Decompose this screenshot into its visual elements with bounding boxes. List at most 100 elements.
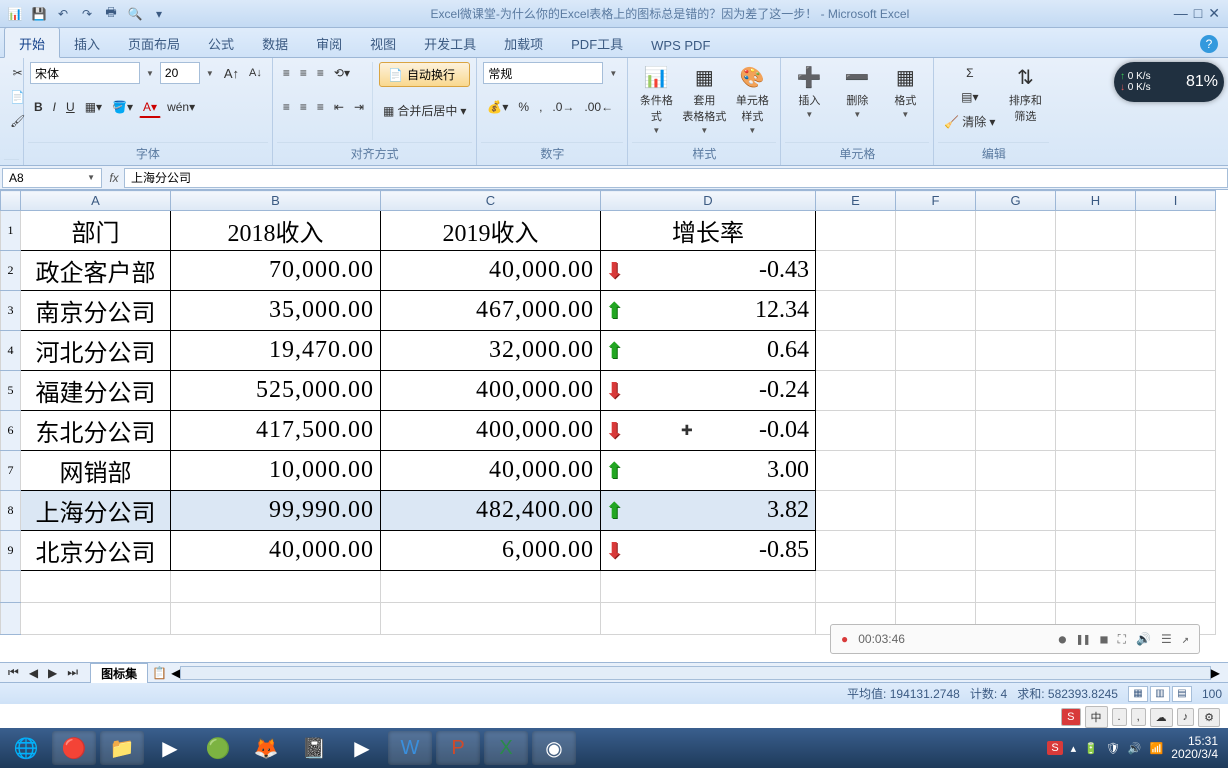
format-cells-button[interactable]: ▦格式▼	[883, 62, 927, 120]
col-header[interactable]: B	[171, 191, 381, 211]
formula-input[interactable]: 上海分公司	[124, 168, 1228, 188]
list-icon[interactable]: ☰	[1161, 632, 1172, 646]
tab-review[interactable]: 审阅	[302, 28, 356, 57]
border-icon[interactable]: ▦▾	[81, 96, 106, 118]
cell-2018[interactable]: 40,000.00	[171, 531, 381, 571]
align-right-icon[interactable]: ≡	[313, 96, 328, 118]
col-header[interactable]: D	[601, 191, 816, 211]
tab-view[interactable]: 视图	[356, 28, 410, 57]
phonetic-icon[interactable]: wén▾	[163, 96, 199, 118]
fill-icon[interactable]: ▤▾	[940, 86, 999, 108]
sheet-options-icon[interactable]: 📋	[148, 662, 171, 684]
minimize-button[interactable]: —	[1174, 5, 1188, 22]
qat-more-icon[interactable]: ▾	[148, 3, 170, 25]
view-pagebreak-icon[interactable]: ▤	[1172, 686, 1192, 702]
font-size-input[interactable]	[160, 62, 200, 84]
view-normal-icon[interactable]: ▦	[1128, 686, 1148, 702]
col-header[interactable]: A	[21, 191, 171, 211]
merge-button[interactable]: ▦合并后居中 ▾	[379, 99, 470, 122]
indent-increase-icon[interactable]: ⇥	[350, 96, 368, 118]
cell-2018[interactable]: 35,000.00	[171, 291, 381, 331]
cell-2019[interactable]: 40,000.00	[381, 451, 601, 491]
currency-icon[interactable]: 💰▾	[483, 96, 512, 118]
tab-data[interactable]: 数据	[248, 28, 302, 57]
cell-growth[interactable]: ⬆3.82	[601, 491, 816, 531]
taskbar-tencent-icon[interactable]: ▶	[340, 731, 384, 765]
scroll-right-icon[interactable]: ▶	[1211, 666, 1220, 680]
exit-icon[interactable]: ↗	[1182, 632, 1189, 646]
align-left-icon[interactable]: ≡	[279, 96, 294, 118]
tab-addins[interactable]: 加载项	[490, 28, 557, 57]
cell-2018[interactable]: 525,000.00	[171, 371, 381, 411]
horizontal-scrollbar[interactable]: ◀▶	[171, 665, 1220, 681]
indent-decrease-icon[interactable]: ⇤	[330, 96, 348, 118]
sheet-tab-active[interactable]: 图标集	[90, 663, 148, 683]
comma-icon[interactable]: ,	[535, 96, 546, 118]
cell-dept[interactable]: 政企客户部	[21, 251, 171, 291]
font-color-icon[interactable]: A▾	[139, 96, 161, 118]
stop-button[interactable]: ■	[1100, 632, 1107, 646]
number-format-input[interactable]	[483, 62, 603, 84]
align-center-icon[interactable]: ≡	[296, 96, 311, 118]
fullscreen-button[interactable]: ⛶	[1118, 632, 1126, 647]
taskbar-edge-icon[interactable]: 🟢	[196, 731, 240, 765]
cell-dept[interactable]: 福建分公司	[21, 371, 171, 411]
ime-comma[interactable]: ,	[1131, 708, 1146, 726]
align-middle-icon[interactable]: ≡	[296, 62, 311, 84]
taskbar-explorer-icon[interactable]: 📁	[100, 731, 144, 765]
taskbar-vm-icon[interactable]: ◉	[532, 731, 576, 765]
sheet-nav-prev-icon[interactable]: ◀	[25, 662, 42, 684]
taskbar-media-icon[interactable]: ▶	[148, 731, 192, 765]
taskbar-ie-icon[interactable]: 🌐	[4, 731, 48, 765]
save-icon[interactable]: 💾	[28, 3, 50, 25]
cell-growth[interactable]: ⬇-0.43	[601, 251, 816, 291]
fill-color-icon[interactable]: 🪣▾	[108, 96, 137, 118]
clear-button[interactable]: 🧹清除▾	[940, 110, 999, 133]
maximize-button[interactable]: □	[1194, 5, 1202, 22]
cell-growth[interactable]: ⬇-0.04	[601, 411, 816, 451]
cell-dept[interactable]: 上海分公司	[21, 491, 171, 531]
taskbar-onenote-icon[interactable]: 📓	[292, 731, 336, 765]
bold-button[interactable]: B	[30, 96, 47, 118]
tab-wpspdf[interactable]: WPS PDF	[637, 32, 724, 57]
col-header[interactable]: E	[816, 191, 896, 211]
name-box[interactable]: A8 ▼	[2, 168, 102, 188]
system-tray[interactable]: S ▴ 🔋 🛡 🔊 📶 15:31 2020/3/4	[1047, 735, 1224, 761]
cell-dept[interactable]: 东北分公司	[21, 411, 171, 451]
col-header[interactable]: I	[1136, 191, 1216, 211]
cell-2019[interactable]: 32,000.00	[381, 331, 601, 371]
col-header[interactable]: F	[896, 191, 976, 211]
cell-2018[interactable]: 417,500.00	[171, 411, 381, 451]
increase-decimal-icon[interactable]: .0→	[548, 96, 578, 118]
table-format-button[interactable]: ▦套用 表格格式▼	[682, 62, 726, 120]
taskbar-firefox-icon[interactable]: 🦊	[244, 731, 288, 765]
ime-lang[interactable]: 中	[1085, 706, 1108, 728]
ime-bar[interactable]: S 中 . , ☁ ♪ ⚙	[1061, 706, 1220, 728]
ime-sogou-icon[interactable]: S	[1061, 708, 1080, 726]
delete-cells-button[interactable]: ➖删除▼	[835, 62, 879, 120]
conditional-format-button[interactable]: 📊条件格式▼	[634, 62, 678, 120]
tab-layout[interactable]: 页面布局	[114, 28, 194, 57]
taskbar-powerpoint-icon[interactable]: P	[436, 731, 480, 765]
ime-cloud-icon[interactable]: ☁	[1150, 708, 1173, 727]
cell-growth[interactable]: ⬇-0.85	[601, 531, 816, 571]
tray-network-icon[interactable]: 📶	[1150, 742, 1164, 755]
tray-sogou-icon[interactable]: S	[1047, 741, 1062, 755]
cell-2018[interactable]: 10,000.00	[171, 451, 381, 491]
sort-filter-button[interactable]: ⇅排序和 筛选	[1003, 62, 1047, 120]
tray-clock[interactable]: 15:31 2020/3/4	[1171, 735, 1218, 761]
help-icon[interactable]: ?	[1200, 35, 1218, 53]
cell-2018[interactable]: 99,990.00	[171, 491, 381, 531]
col-header[interactable]: H	[1056, 191, 1136, 211]
tray-shield-icon[interactable]: 🛡	[1106, 742, 1120, 755]
tab-home[interactable]: 开始	[4, 27, 60, 58]
font-name-dropdown-icon[interactable]: ▼	[142, 62, 158, 84]
align-bottom-icon[interactable]: ≡	[313, 62, 328, 84]
autosum-icon[interactable]: Σ	[940, 62, 999, 84]
redo-icon[interactable]: ↷	[76, 3, 98, 25]
table-header[interactable]: 2019收入	[381, 211, 601, 251]
table-header[interactable]: 2018收入	[171, 211, 381, 251]
orientation-icon[interactable]: ⟲▾	[330, 62, 354, 84]
tray-expand-icon[interactable]: ▴	[1071, 742, 1077, 755]
tab-developer[interactable]: 开发工具	[410, 28, 490, 57]
